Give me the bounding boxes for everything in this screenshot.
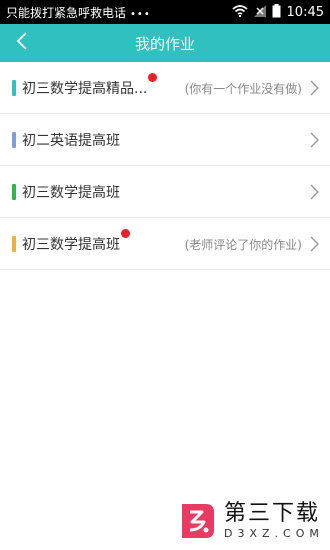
class-color-bar [12,235,16,252]
chevron-right-icon [308,114,320,166]
class-color-bar [12,131,16,148]
class-name: 初三数学提高班 [22,228,130,254]
battery-icon [272,3,281,21]
watermark-logo-icon [176,500,218,542]
header: 我的作业 [0,24,330,62]
class-item[interactable]: 初三数学提高精品... (你有一个作业没有做) [0,62,330,114]
class-note: (你有一个作业没有做) [184,81,302,96]
watermark-domain: D3XZ.COM [224,527,324,540]
back-button[interactable] [8,24,36,62]
unread-badge [121,228,130,238]
class-name: 初三数学提高班 [22,184,120,201]
class-item[interactable]: 初三数学提高班 [0,166,330,218]
class-item[interactable]: 初二英语提高班 [0,114,330,166]
unread-badge [148,72,158,82]
status-bar: 只能拨打紧急呼救电话 ••• 10:45 [0,0,330,24]
watermark-text: 第三下载 [224,501,321,526]
status-carrier: 只能拨打紧急呼救电话 ••• [6,4,232,21]
signal-icon [253,4,266,20]
class-name: 初三数学提高精品... [22,72,158,98]
class-color-bar [12,79,16,96]
status-time: 10:45 [286,4,324,20]
status-notification-dots: ••• [130,8,151,20]
chevron-right-icon [308,166,320,218]
page-title: 我的作业 [134,34,195,53]
class-note: (老师评论了你的作业) [184,237,302,252]
status-icons: 10:45 [232,3,324,21]
watermark: 第三下载 D3XZ.COM [176,496,326,546]
chevron-right-icon [308,218,320,270]
class-color-bar [12,183,16,200]
chevron-right-icon [308,62,320,114]
wifi-icon [232,4,248,20]
status-carrier-text: 只能拨打紧急呼救电话 [6,5,127,20]
class-item[interactable]: 初三数学提高班 (老师评论了你的作业) [0,218,330,270]
chevron-left-icon [16,31,28,55]
class-name: 初二英语提高班 [22,132,120,149]
class-list: 初三数学提高精品... (你有一个作业没有做) 初二英语提高班 初三数学提高班 … [0,62,330,270]
